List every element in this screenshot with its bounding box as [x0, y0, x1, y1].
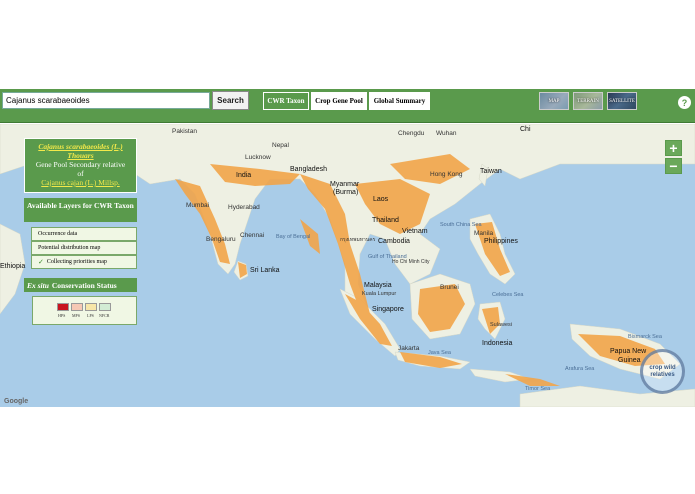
layer-collecting-priorities[interactable]: ✓ Collecting priorities map	[31, 255, 137, 269]
check-icon: ✓	[38, 258, 44, 266]
label-mumbai: Mumbai	[186, 202, 210, 209]
label-chengdu: Chengdu	[398, 130, 425, 137]
label-bismarck-sea: Bismarck Sea	[628, 334, 662, 340]
tab-global-summary[interactable]: Global Summary	[369, 92, 430, 110]
label-vietnam: Vietnam	[402, 228, 428, 235]
label-taiwan: Taiwan	[480, 168, 502, 175]
map-type-map-button[interactable]: MAP	[539, 92, 569, 110]
label-china: Chi	[520, 126, 531, 133]
conservation-status-heading: Ex situ Conservation Status	[24, 278, 137, 292]
label-arafura-sea: Arafura Sea	[565, 366, 595, 372]
label-papua: Papua New	[610, 348, 647, 355]
relation-text: Gene Pool Secondary relative	[35, 160, 126, 169]
label-java-sea: Java Sea	[428, 350, 451, 356]
label-timor-sea: Timor Sea	[525, 386, 551, 392]
legend-label-mps: MPS	[72, 313, 81, 318]
legend-swatch-lps	[85, 303, 97, 311]
label-ethiopia: Ethiopia	[0, 263, 26, 270]
label-cambodia: Cambodia	[378, 238, 410, 245]
conservation-legend: HPS MPS LPS NFCR	[32, 296, 137, 325]
top-toolbar: Cajanus scarabaeoides Search CWR Taxon C…	[0, 89, 695, 123]
tab-cwr-taxon[interactable]: CWR Taxon	[263, 92, 309, 110]
label-thailand: Thailand	[372, 217, 399, 224]
map-type-satellite-button[interactable]: SATELLITE	[607, 92, 637, 110]
label-pakistan: Pakistan	[172, 128, 197, 135]
label-gulf-of-thailand: Gulf of Thailand	[368, 254, 407, 260]
status-heading-italic: Ex situ	[27, 280, 49, 290]
taxon-name-link[interactable]: Cajanus scarabaeoides (L.) Thouars	[25, 142, 136, 160]
status-heading-text: Conservation Status	[51, 280, 117, 290]
label-laos: Laos	[373, 196, 389, 203]
label-lucknow: Lucknow	[245, 154, 271, 161]
label-bay-of-bengal: Bay of Bengal	[276, 234, 311, 240]
legend-swatch-nfcr	[99, 303, 111, 311]
map-type-terrain-button[interactable]: TERRAIN	[573, 92, 603, 110]
taxon-info-panel: Cajanus scarabaeoides (L.) Thouars Gene …	[24, 138, 137, 193]
label-bengaluru: Bengaluru	[206, 236, 236, 243]
app-root: Cajanus scarabaeoides Search CWR Taxon C…	[0, 0, 695, 494]
label-brunei: Brunei	[440, 284, 459, 291]
legend-swatch-mps	[71, 303, 83, 311]
label-nepal: Nepal	[272, 142, 289, 149]
label-chennai: Chennai	[240, 232, 265, 239]
legend-label-nfcr: NFCR	[99, 313, 110, 318]
label-manila: Manila	[474, 230, 494, 237]
label-bangkok: กรุงเทพมหานคร	[340, 237, 376, 243]
label-sri-lanka: Sri Lanka	[250, 267, 280, 274]
label-jakarta: Jakarta	[398, 345, 420, 352]
label-india: India	[236, 172, 252, 179]
logo-text: crop wild relatives	[649, 364, 676, 378]
label-burma: (Burma)	[333, 189, 359, 196]
label-celebes-sea: Celebes Sea	[492, 292, 524, 298]
legend-swatch-hps	[57, 303, 69, 311]
legend-label-hps: HPS	[58, 313, 66, 318]
search-button[interactable]: Search	[212, 91, 249, 110]
layer-label: Potential distribution map	[38, 245, 101, 251]
label-bangladesh: Bangladesh	[290, 166, 327, 173]
label-guinea: Guinea	[618, 357, 641, 364]
google-attribution: Google	[4, 398, 29, 405]
help-icon[interactable]: ?	[678, 96, 691, 109]
zoom-in-button[interactable]: +	[665, 140, 682, 156]
crop-wild-relatives-logo: crop wild relatives	[640, 349, 685, 394]
label-sulawesi: Sulawesi	[490, 322, 513, 328]
layer-label: Collecting priorities map	[46, 259, 107, 265]
label-hong-kong: Hong Kong	[430, 171, 463, 178]
crop-name-link[interactable]: Cajanus cajan (L.) Millsp.	[25, 178, 136, 187]
layer-label: Occurrence data	[38, 231, 78, 237]
legend-label-lps: LPS	[87, 313, 94, 318]
layer-potential-distribution[interactable]: Potential distribution map	[31, 241, 137, 255]
search-input[interactable]: Cajanus scarabaeoides	[2, 92, 210, 109]
label-malaysia: Malaysia	[364, 282, 392, 289]
relation-of-text: of	[77, 169, 84, 178]
layer-occurrence-data[interactable]: Occurrence data	[31, 227, 137, 241]
label-south-china-sea: South China Sea	[440, 222, 482, 228]
tab-crop-gene-pool[interactable]: Crop Gene Pool	[311, 92, 367, 110]
label-myanmar: Myanmar	[330, 181, 360, 188]
label-wuhan: Wuhan	[436, 130, 457, 137]
label-singapore: Singapore	[372, 306, 404, 313]
label-kuala-lumpur: Kuala Lumpur	[362, 291, 397, 297]
zoom-out-button[interactable]: −	[665, 158, 682, 174]
label-hyderabad: Hyderabad	[228, 204, 260, 211]
layers-heading: Available Layers for CWR Taxon	[24, 198, 137, 222]
label-indonesia: Indonesia	[482, 340, 513, 347]
label-philippines: Philippines	[484, 238, 518, 245]
